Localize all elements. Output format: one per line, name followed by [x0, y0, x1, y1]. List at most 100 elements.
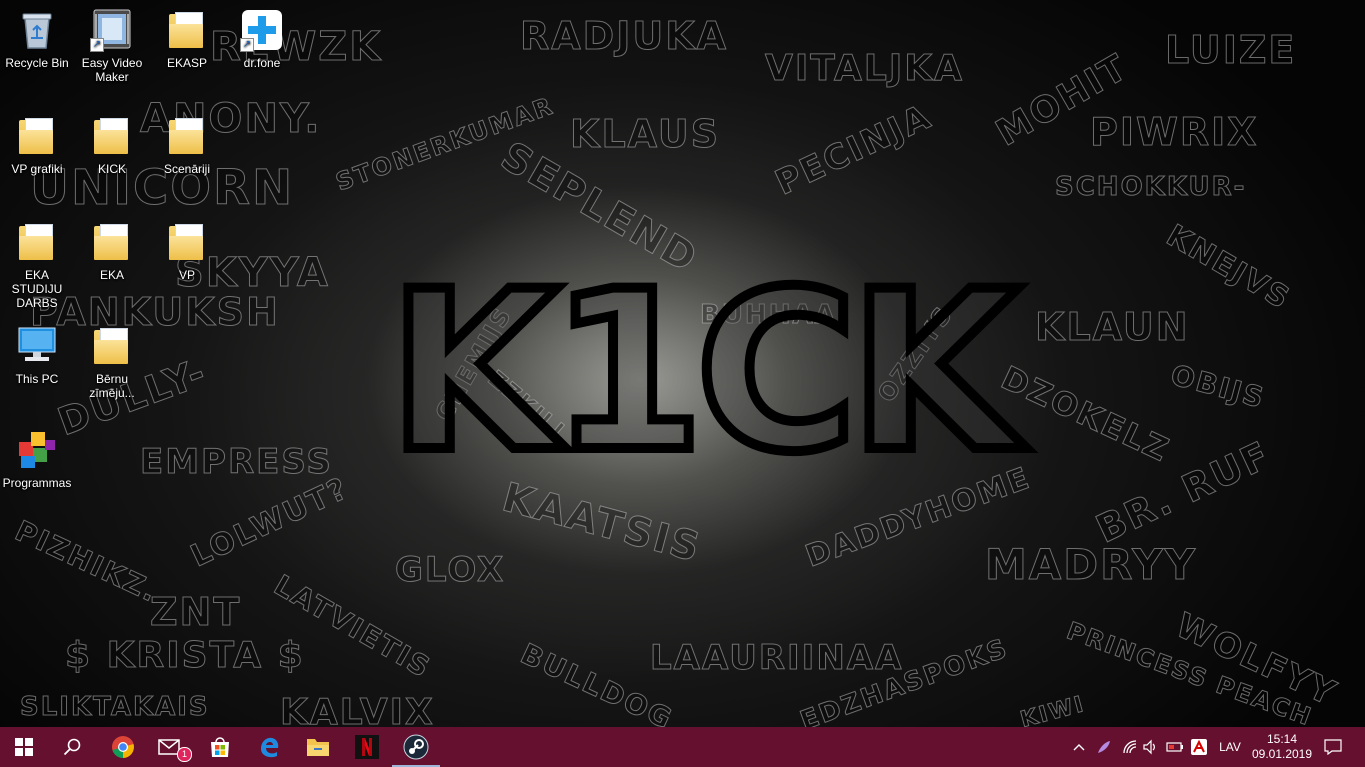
- wallpaper-name: SLIKTAKAIS: [20, 692, 210, 723]
- taskbar-mail[interactable]: 1: [147, 727, 195, 767]
- clock-date: 09.01.2019: [1251, 747, 1313, 761]
- desktop-icon-programmas[interactable]: Programmas: [0, 428, 74, 490]
- desktop-icon-label: KICK: [97, 162, 126, 176]
- desktop-icon-eka-studiju-darbs[interactable]: EKA STUDIJU DARBS: [0, 220, 74, 310]
- feather-icon: [1098, 741, 1110, 753]
- wallpaper-name: LAAURIINAA: [649, 638, 904, 679]
- taskbar-file-explorer[interactable]: [294, 727, 342, 767]
- wallpaper-name: PECINJA: [769, 96, 938, 204]
- wallpaper-name: BR. RUF: [1089, 432, 1278, 552]
- folder-icon: [165, 114, 209, 158]
- desktop-icon-kick[interactable]: KICK: [75, 114, 149, 176]
- desktop-icon-label: Programmas: [2, 476, 72, 490]
- desktop-icon-this-pc[interactable]: This PC: [0, 324, 74, 386]
- wallpaper-name: $ KRISTA $: [65, 635, 305, 677]
- wallpaper-name: KLAUS: [569, 112, 721, 157]
- file-explorer-icon: [307, 739, 329, 756]
- folder-icon: [165, 220, 209, 264]
- wallpaper-name: KALVIX: [280, 692, 435, 728]
- search-icon: [63, 738, 81, 756]
- netflix-icon: [355, 735, 379, 759]
- desktop-icon-label: This PC: [15, 372, 59, 386]
- wallpaper-logo: K1CK: [383, 244, 1025, 500]
- desktop-icon-label: Easy Video Maker: [81, 56, 143, 84]
- folder-icon: [15, 220, 59, 264]
- desktop-icon-drfone[interactable]: ↗ dr.fone: [225, 8, 299, 70]
- folder-icon: [165, 8, 209, 52]
- desktop-icon-scenariji[interactable]: Scenāriji: [150, 114, 224, 176]
- shortcut-arrow-icon: ↗: [90, 38, 104, 52]
- steam-icon: [403, 734, 429, 760]
- wallpaper-name: ZNT: [149, 590, 242, 635]
- video-maker-icon: ↗: [90, 8, 134, 52]
- taskbar: 1 LAV 15:14 09.01.2019: [0, 727, 1365, 767]
- battery-icon: [1166, 742, 1183, 752]
- mail-unread-badge: 1: [177, 747, 192, 762]
- wallpaper-name: KNEJVS: [1160, 218, 1297, 318]
- shortcut-arrow-icon: ↗: [240, 38, 254, 52]
- desktop-icon-label: Recycle Bin: [5, 56, 69, 70]
- input-language[interactable]: LAV: [1212, 727, 1248, 767]
- language-label: LAV: [1219, 740, 1241, 754]
- show-hidden-icons-button[interactable]: [1068, 727, 1090, 767]
- wallpaper-name: VITALJKA: [765, 48, 964, 90]
- wallpaper-name: LOLWUT?: [185, 470, 355, 575]
- wifi-icon: [1123, 740, 1137, 754]
- wallpaper-name: OBIJS: [1167, 358, 1269, 416]
- desktop-icon-eka[interactable]: EKA: [75, 220, 149, 282]
- search-button[interactable]: [48, 727, 96, 767]
- desktop-icon-label: VP: [178, 268, 195, 282]
- desktop-icon-label: VP grafiki: [11, 162, 63, 176]
- wallpaper-name: KIWI: [1017, 691, 1088, 727]
- desktop-icon-label: Scenāriji: [163, 162, 211, 176]
- taskbar-netflix[interactable]: [343, 727, 391, 767]
- desktop-icon-label: EKA STUDIJU DARBS: [11, 268, 63, 310]
- desktop-wallpaper: RADJUKA VITALJKA LUIZE REWZK ANONY. MOHI…: [0, 0, 1365, 727]
- folder-icon: [90, 324, 134, 368]
- wallpaper-name: LUIZE: [1164, 28, 1297, 73]
- wallpaper-name: RADJUKA: [519, 14, 729, 59]
- wallpaper-name: SCHOKKUR-: [1054, 172, 1247, 203]
- store-icon: [211, 737, 229, 757]
- wallpaper-name: GLOX: [394, 550, 506, 591]
- recycle-bin-icon: [15, 8, 59, 52]
- wallpaper-name: EMPRESS: [140, 442, 333, 483]
- wallpaper-name: KLAUN: [1035, 305, 1190, 350]
- computer-icon: [15, 324, 59, 368]
- start-icon: [15, 738, 33, 756]
- desktop-icon-easy-video-maker[interactable]: ↗ Easy Video Maker: [75, 8, 149, 84]
- taskbar-chrome[interactable]: [99, 727, 147, 767]
- clock[interactable]: 15:14 09.01.2019: [1250, 727, 1314, 767]
- wallpaper-name: PIZHIKZ.: [10, 514, 164, 610]
- taskbar-edge[interactable]: [245, 727, 293, 767]
- tray-battery[interactable]: [1164, 727, 1186, 767]
- tray-antivirus[interactable]: [1188, 727, 1210, 767]
- tray-feather-app[interactable]: [1092, 727, 1116, 767]
- clock-time: 15:14: [1266, 732, 1298, 746]
- wallpaper-name: MADRYY: [984, 540, 1198, 590]
- desktop-icon-bernu-zimeju[interactable]: Bērnu zīmēju...: [75, 324, 149, 400]
- chrome-icon: [112, 736, 134, 758]
- desktop-icon-label: EKA: [99, 268, 124, 282]
- folder-icon: [90, 114, 134, 158]
- programs-icon: [15, 428, 59, 472]
- desktop-icon-label: EKASP: [166, 56, 208, 70]
- start-button[interactable]: [0, 727, 48, 767]
- notification-icon: [1324, 739, 1342, 755]
- desktop-icon-label: Bērnu zīmēju...: [89, 372, 135, 400]
- desktop-icon-recycle-bin[interactable]: Recycle Bin: [0, 8, 74, 70]
- edge-icon: [261, 737, 279, 758]
- desktop-icon-vp[interactable]: VP: [150, 220, 224, 282]
- tray-network[interactable]: [1118, 727, 1142, 767]
- drfone-icon: ↗: [240, 8, 284, 52]
- speaker-icon: [1143, 739, 1155, 755]
- tray-volume[interactable]: [1140, 727, 1162, 767]
- action-center-button[interactable]: [1318, 727, 1348, 767]
- taskbar-store[interactable]: [196, 727, 244, 767]
- desktop-icon-ekasp[interactable]: EKASP: [150, 8, 224, 70]
- wallpaper-name: PIWRIX: [1090, 110, 1259, 155]
- desktop-icon-vp-grafiki[interactable]: VP grafiki: [0, 114, 74, 176]
- taskbar-steam[interactable]: [392, 727, 440, 767]
- desktop-icon-label: dr.fone: [243, 56, 281, 70]
- chevron-up-icon: [1073, 744, 1085, 751]
